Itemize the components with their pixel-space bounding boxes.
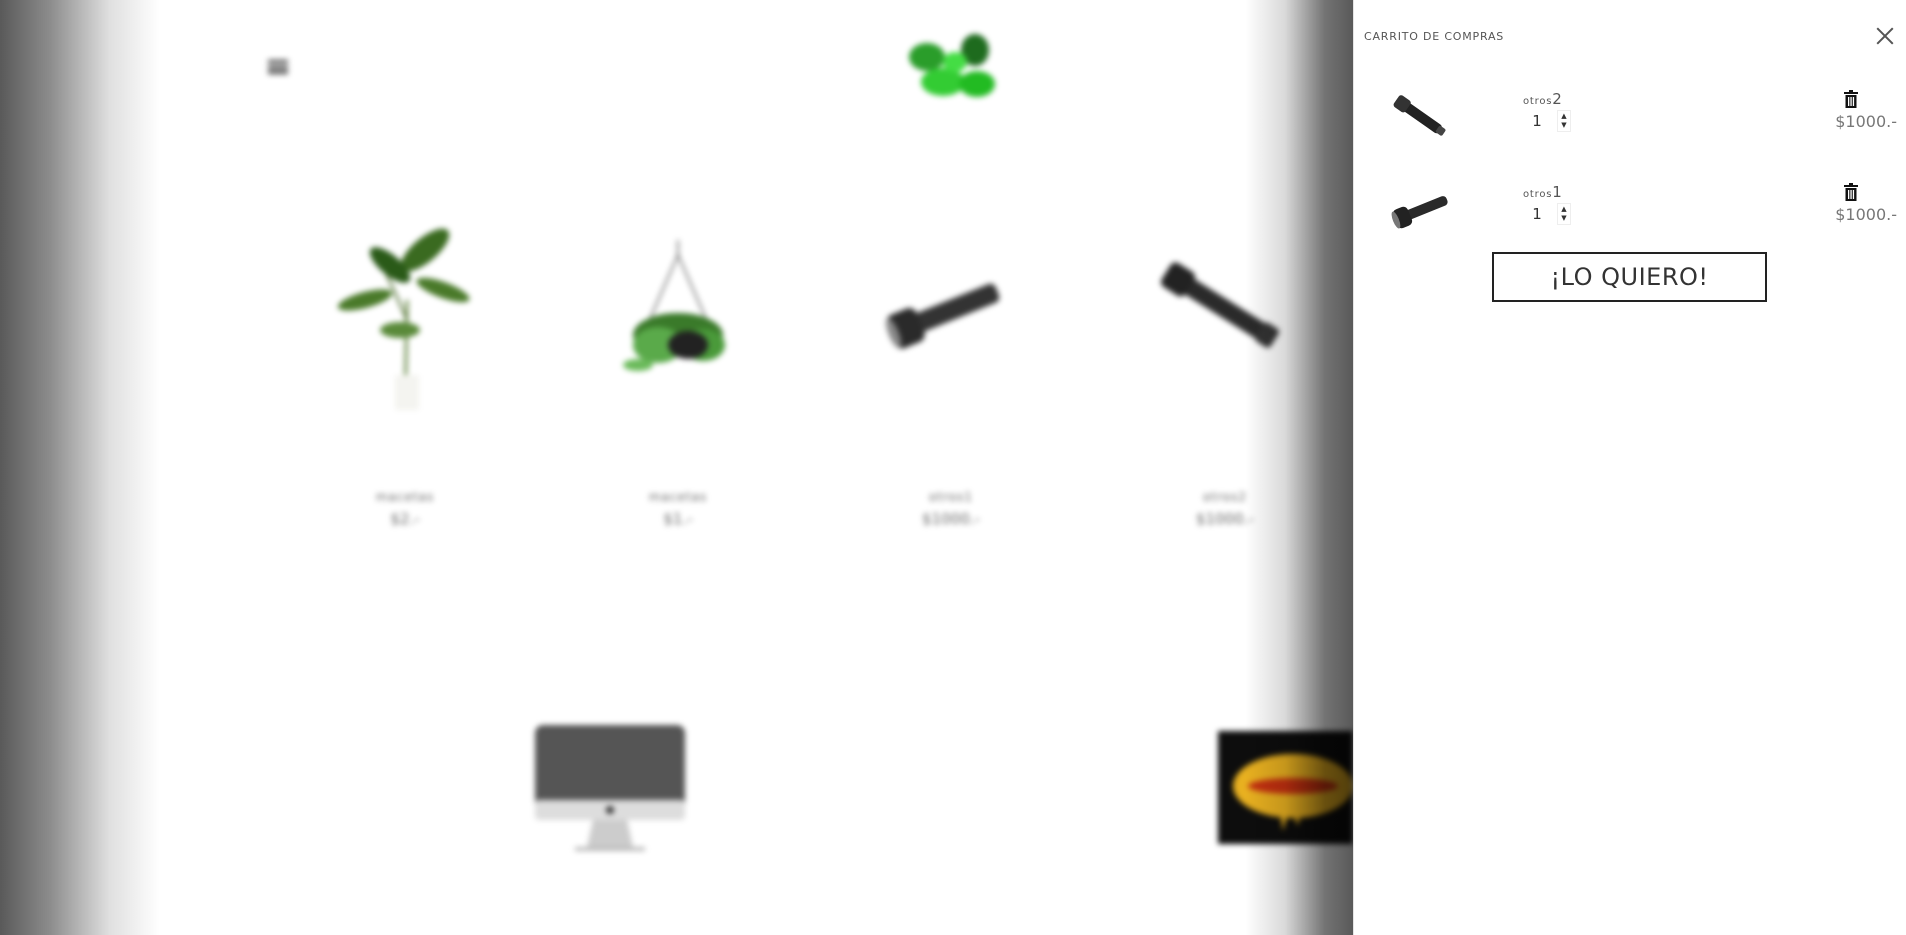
cart-item-price: $1000.-: [1835, 205, 1897, 224]
cart-item: otros1 1 ▲ ▼ $1000.-: [1354, 183, 1906, 263]
caret-up-icon[interactable]: ▲: [1561, 112, 1566, 121]
trash-icon[interactable]: [1844, 90, 1858, 108]
quantity-stepper[interactable]: 1 ▲ ▼: [1517, 110, 1581, 132]
product-price: $2.-: [390, 510, 420, 528]
product-name: otros2: [1203, 490, 1247, 504]
cart-panel: CARRITO DE COMPRAS otros2 1 ▲ ▼ $1000.- …: [1353, 0, 1906, 935]
cart-item-name: otros2: [1523, 90, 1562, 108]
product-card[interactable]: otros1 $1000.-: [851, 205, 1051, 528]
caret-down-icon[interactable]: ▼: [1561, 214, 1566, 223]
store-logo[interactable]: [905, 32, 1000, 102]
stepper-arrows[interactable]: ▲ ▼: [1557, 110, 1571, 132]
product-name: macetas: [648, 490, 708, 504]
cart-item-name: otros1: [1523, 183, 1562, 201]
app-window: macetas $2.- macetas $1.- otros1 $1000.-…: [0, 0, 1906, 935]
cart-item-thumbnail: [1389, 183, 1454, 238]
product-price: $1.-: [663, 510, 693, 528]
product-card[interactable]: macetas $2.-: [305, 205, 505, 528]
monitor-image: [535, 725, 685, 851]
trash-icon[interactable]: [1844, 183, 1858, 201]
close-icon[interactable]: [1874, 25, 1896, 47]
product-price: $1000.-: [1196, 510, 1254, 528]
store-background: macetas $2.- macetas $1.- otros1 $1000.-…: [0, 0, 1353, 935]
checkout-button[interactable]: ¡LO QUIERO!: [1492, 252, 1767, 302]
cart-item-price: $1000.-: [1835, 112, 1897, 131]
cart-item-name-suffix: 2: [1552, 90, 1562, 108]
cart-item-name-prefix: otros: [1523, 96, 1553, 107]
product-price: $1000.-: [922, 510, 980, 528]
hanging-plant-image: [623, 240, 725, 371]
cart-item-thumbnail: [1389, 90, 1454, 145]
stepper-arrows[interactable]: ▲ ▼: [1557, 203, 1571, 225]
cart-item-name-suffix: 1: [1552, 183, 1562, 201]
flashlight-image: [1393, 95, 1446, 136]
product-name: macetas: [375, 490, 435, 504]
promo-banner-image: [1218, 731, 1353, 844]
product-name: otros1: [929, 490, 973, 504]
quantity-stepper[interactable]: 1 ▲ ▼: [1517, 203, 1581, 225]
product-card[interactable]: macetas $1.-: [578, 205, 778, 528]
flashlight-image: [885, 283, 1000, 349]
hamburger-icon[interactable]: [268, 60, 288, 74]
quantity-value[interactable]: 1: [1517, 205, 1557, 223]
cart-item: otros2 1 ▲ ▼ $1000.-: [1354, 90, 1906, 170]
plant-image: [337, 228, 470, 410]
caret-up-icon[interactable]: ▲: [1561, 205, 1566, 214]
product-card[interactable]: otros2 $1000.-: [1125, 205, 1325, 528]
cart-title: CARRITO DE COMPRAS: [1364, 30, 1505, 43]
quantity-value[interactable]: 1: [1517, 112, 1557, 130]
flashlight-image: [1391, 196, 1448, 229]
flashlight-image: [1161, 262, 1280, 348]
cart-item-name-prefix: otros: [1523, 189, 1553, 200]
caret-down-icon[interactable]: ▼: [1561, 121, 1566, 130]
